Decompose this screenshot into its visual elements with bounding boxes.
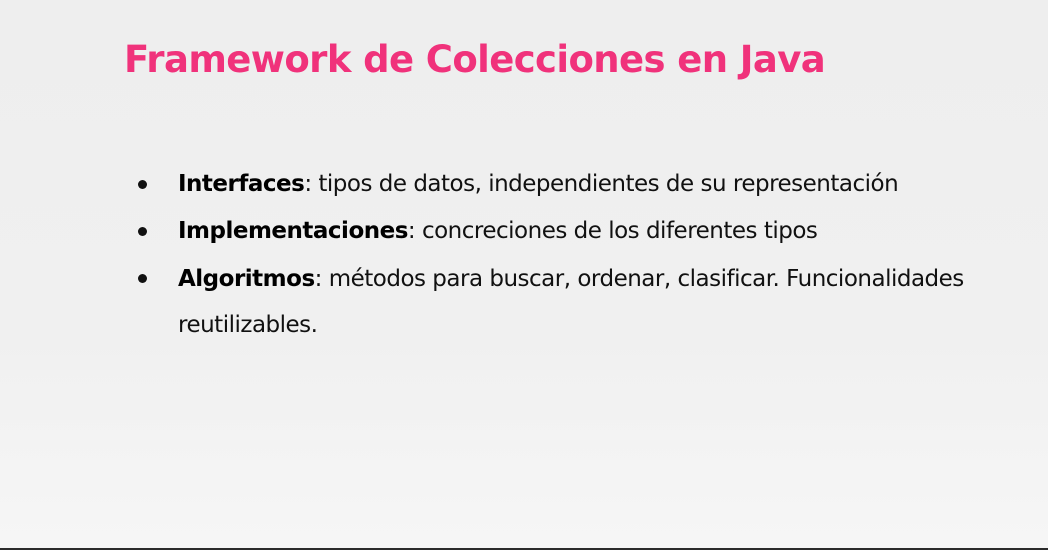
slide-title: Framework de Colecciones en Java xyxy=(124,38,826,81)
bullet-description: : tipos de datos, independientes de su r… xyxy=(304,171,899,197)
bullet-description: : concreciones de los diferentes tipos xyxy=(407,218,818,244)
bullet-item-interfaces: Interfaces: tipos de datos, independient… xyxy=(136,168,996,201)
bullet-term: Algoritmos xyxy=(178,266,315,292)
bullet-item-algoritmos: Algoritmos: métodos para buscar, ordenar… xyxy=(136,256,996,348)
bullet-item-implementaciones: Implementaciones: concreciones de los di… xyxy=(136,215,996,248)
bullet-dot-icon xyxy=(138,227,147,236)
bullet-term: Interfaces xyxy=(178,171,305,197)
slide: Framework de Colecciones en Java Interfa… xyxy=(0,0,1048,550)
bullet-term: Implementaciones xyxy=(178,218,408,244)
bullet-dot-icon xyxy=(138,180,147,189)
bullet-list: Interfaces: tipos de datos, independient… xyxy=(136,168,996,362)
bullet-dot-icon xyxy=(138,274,147,283)
